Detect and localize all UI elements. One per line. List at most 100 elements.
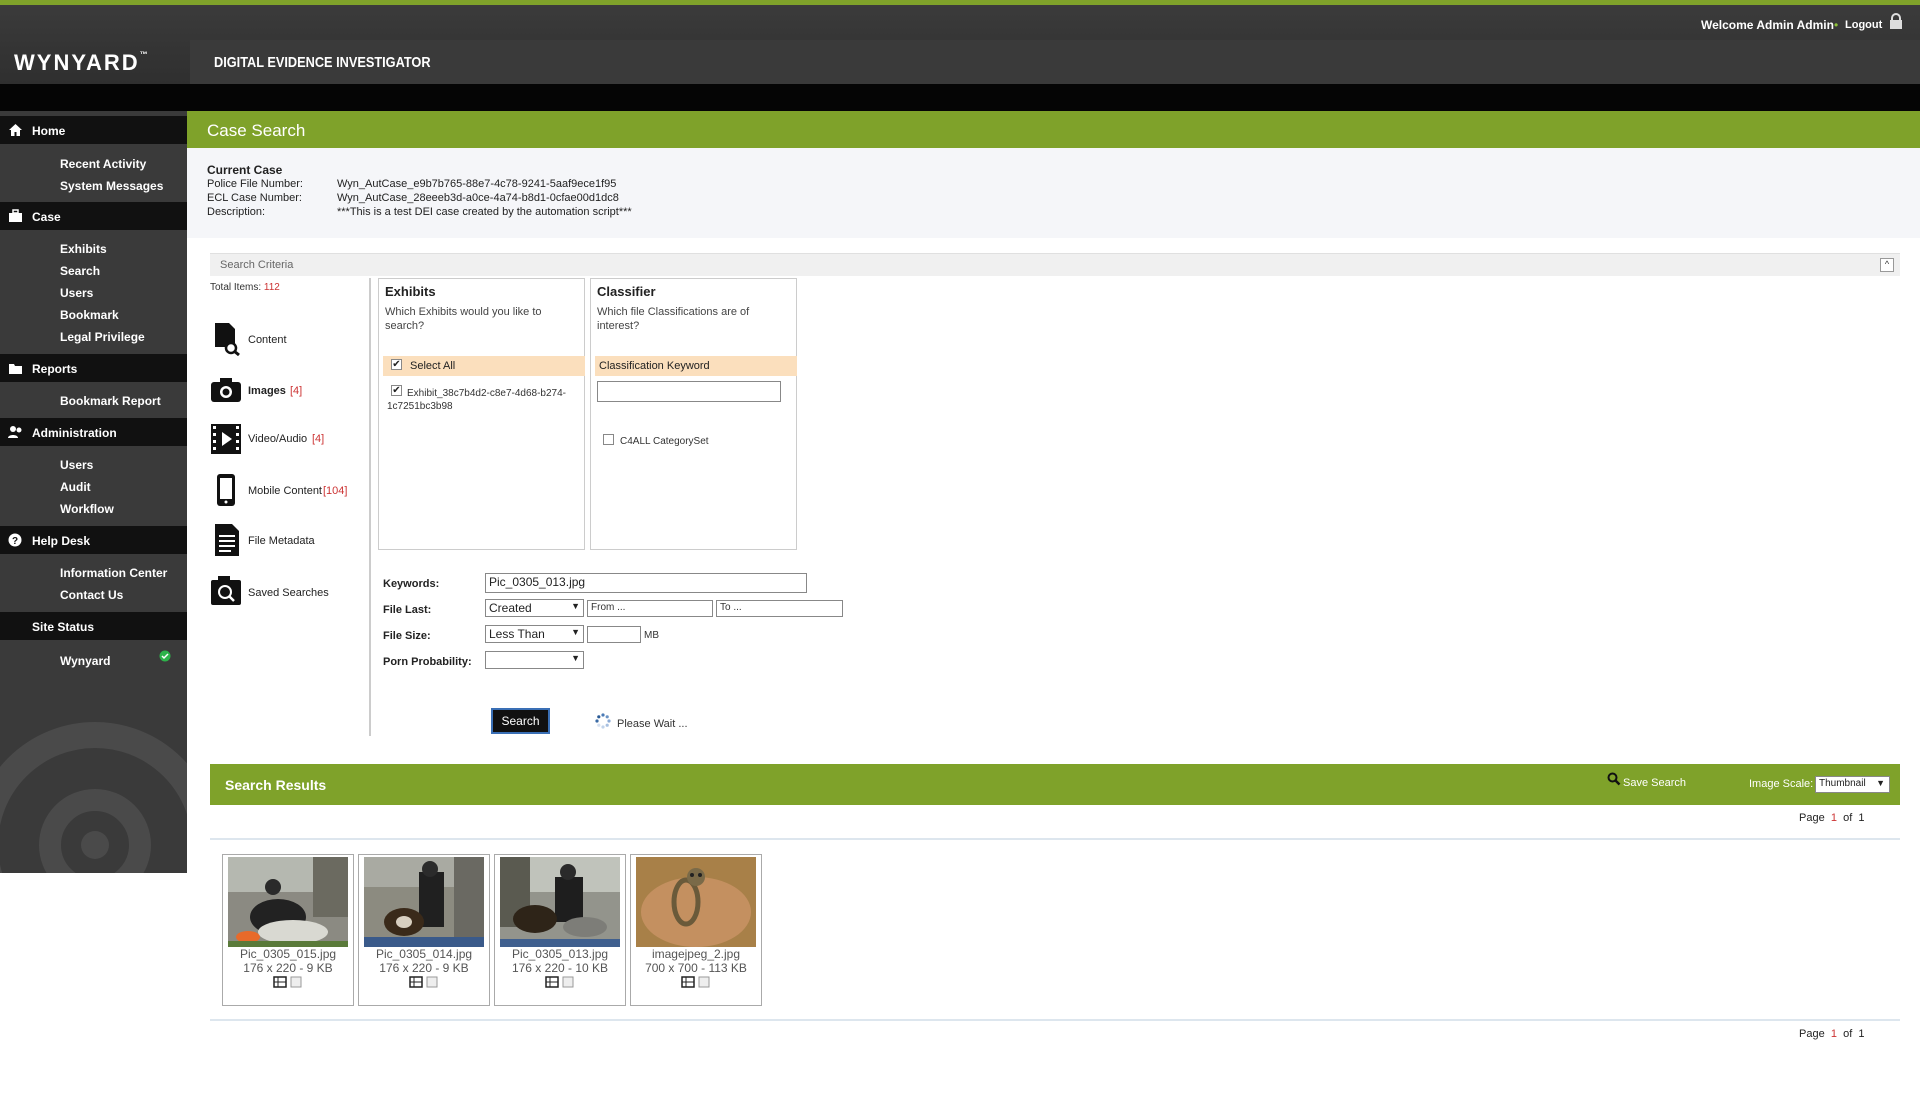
sidebar-item-workflow[interactable]: Workflow <box>60 502 114 516</box>
search-results-title: Search Results <box>225 777 327 793</box>
pager-total[interactable]: 1 <box>1858 1028 1864 1040</box>
thumbnail-meta: 176 x 220 - 9 KB <box>243 961 333 975</box>
saved-search-icon <box>211 576 241 605</box>
sidebar-section-site-status[interactable]: Site Status <box>0 612 187 640</box>
porn-probability-label: Porn Probability: <box>383 656 472 668</box>
document-search-icon <box>215 323 240 356</box>
sidebar-item-bookmark[interactable]: Bookmark <box>60 308 119 322</box>
exhibits-description: Which Exhibits would you like to search? <box>385 306 542 332</box>
logout-link[interactable]: Logout <box>1845 19 1882 31</box>
porn-probability-select[interactable]: ▼ <box>485 651 584 669</box>
date-to-input[interactable]: To ... <box>716 600 843 617</box>
home-icon <box>9 124 22 136</box>
file-size-label: File Size: <box>383 630 431 642</box>
sidebar-section-case[interactable]: Case <box>0 202 187 230</box>
classification-keyword-input[interactable] <box>597 381 781 402</box>
folder-icon <box>9 364 22 374</box>
date-from-input[interactable]: From ... <box>587 600 713 617</box>
sidebar-section-help-desk[interactable]: ? Help Desk <box>0 526 187 554</box>
sidebar-item-audit[interactable]: Audit <box>60 480 91 494</box>
sidebar-item-information-center[interactable]: Information Center <box>60 566 167 580</box>
total-items-count: 112 <box>263 282 280 293</box>
sidebar-section-label: Case <box>32 210 61 224</box>
keywords-input[interactable]: Pic_0305_013.jpg <box>485 573 807 593</box>
police-file-value: Wyn_AutCase_e9b7b765-88e7-4c78-9241-5aaf… <box>337 178 617 190</box>
select-all-checkbox[interactable]: ✔ <box>391 359 402 370</box>
header-separator: • <box>1834 18 1839 32</box>
search-criteria-bar: Search Criteria ^ <box>210 253 1900 276</box>
thumbnail-actions-icon[interactable] <box>681 976 715 988</box>
pager-current[interactable]: 1 <box>1831 812 1837 824</box>
result-thumbnail[interactable]: Pic_0305_014.jpg 176 x 220 - 9 KB <box>358 854 490 1006</box>
pager-label: Page <box>1799 812 1825 824</box>
file-size-value: Less Than <box>489 627 545 641</box>
category-saved-searches[interactable]: Saved Searches <box>210 576 360 606</box>
sidebar-item-users[interactable]: Users <box>60 286 93 300</box>
classifier-description: Which file Classifications are of intere… <box>597 306 750 332</box>
thumbnail-actions-icon[interactable] <box>409 976 443 988</box>
category-set-checkbox[interactable] <box>603 434 614 445</box>
sidebar-item-contact-us[interactable]: Contact Us <box>60 588 123 602</box>
sidebar-section-label: Home <box>32 124 66 138</box>
sidebar-item-wynyard[interactable]: Wynyard <box>60 654 110 668</box>
result-thumbnail[interactable]: Pic_0305_015.jpg 176 x 220 - 9 KB <box>222 854 354 1006</box>
image-scale-label: Image Scale: <box>1749 778 1814 790</box>
sidebar-item-recent-activity[interactable]: Recent Activity <box>60 157 146 171</box>
category-label: Video/Audio <box>248 433 308 445</box>
criteria-divider <box>369 278 371 736</box>
results-divider-bottom <box>210 1019 1900 1021</box>
wynyard-logo: WYNYARD™ <box>14 50 150 75</box>
svg-text:?: ? <box>12 536 18 547</box>
sidebar-section-reports[interactable]: Reports <box>0 354 187 382</box>
search-criteria-label: Search Criteria <box>220 259 294 271</box>
category-mobile-content[interactable]: Mobile Content [104] <box>210 473 360 507</box>
sidebar-section-administration[interactable]: Administration <box>0 418 187 446</box>
file-size-input[interactable] <box>587 626 641 643</box>
sidebar: Home Recent Activity System Messages Cas… <box>0 111 187 873</box>
search-button[interactable]: Search <box>491 708 550 734</box>
save-search-label: Save Search <box>1623 777 1686 789</box>
file-last-select[interactable]: Created ▼ <box>485 599 584 617</box>
category-label: File Metadata <box>248 535 315 547</box>
select-all-row[interactable]: ✔ Select All <box>383 356 585 376</box>
classifier-panel: Classifier Which file Classifications ar… <box>590 278 797 550</box>
thumbnail-actions-icon[interactable] <box>273 976 307 988</box>
sidebar-item-system-messages[interactable]: System Messages <box>60 179 163 193</box>
thumbnail-actions-icon[interactable] <box>545 976 579 988</box>
sidebar-section-home[interactable]: Home <box>0 116 187 144</box>
sidebar-item-admin-users[interactable]: Users <box>60 458 93 472</box>
sidebar-item-bookmark-report[interactable]: Bookmark Report <box>60 394 161 408</box>
pager-total[interactable]: 1 <box>1858 812 1864 824</box>
mobile-phone-icon <box>217 474 235 506</box>
category-content[interactable]: Content <box>210 322 360 356</box>
category-images[interactable]: Images [4] <box>210 375 360 405</box>
camera-icon <box>211 378 241 402</box>
category-set-label: C4ALL CategorySet <box>620 436 709 447</box>
pager-of: of <box>1843 812 1853 824</box>
thumbnail-name: Pic_0305_015.jpg <box>239 947 337 961</box>
dropdown-arrow-icon: ▼ <box>1876 778 1885 788</box>
category-label: Mobile Content <box>248 485 322 497</box>
image-scale-value: Thumbnail <box>1819 778 1866 789</box>
sidebar-item-exhibits[interactable]: Exhibits <box>60 242 107 256</box>
file-size-select[interactable]: Less Than ▼ <box>485 625 584 643</box>
pager-current[interactable]: 1 <box>1831 1028 1837 1040</box>
current-case-panel: Current Case Police File Number: Wyn_Aut… <box>187 148 1920 238</box>
dropdown-arrow-icon: ▼ <box>571 653 580 663</box>
category-video-audio[interactable]: Video/Audio [4] <box>210 423 360 455</box>
classification-keyword-label: Classification Keyword <box>599 360 710 372</box>
collapse-button[interactable]: ^ <box>1880 258 1894 272</box>
sidebar-item-legal-privilege[interactable]: Legal Privilege <box>60 330 145 344</box>
exhibits-panel: Exhibits Which Exhibits would you like t… <box>378 278 585 550</box>
image-scale-select[interactable]: Thumbnail ▼ <box>1815 776 1890 793</box>
category-label: Saved Searches <box>248 587 329 599</box>
dropdown-arrow-icon: ▼ <box>571 601 580 611</box>
result-thumbnail[interactable]: Pic_0305_013.jpg 176 x 220 - 10 KB <box>494 854 626 1006</box>
result-thumbnail[interactable]: imagejpeg_2.jpg 700 x 700 - 113 KB <box>630 854 762 1006</box>
description-label: Description: <box>207 206 266 218</box>
dropdown-arrow-icon: ▼ <box>571 627 580 637</box>
thumbnail-meta: 176 x 220 - 10 KB <box>511 961 609 975</box>
sidebar-item-search[interactable]: Search <box>60 264 100 278</box>
category-file-metadata[interactable]: File Metadata <box>210 523 360 557</box>
file-metadata-icon <box>215 524 239 556</box>
